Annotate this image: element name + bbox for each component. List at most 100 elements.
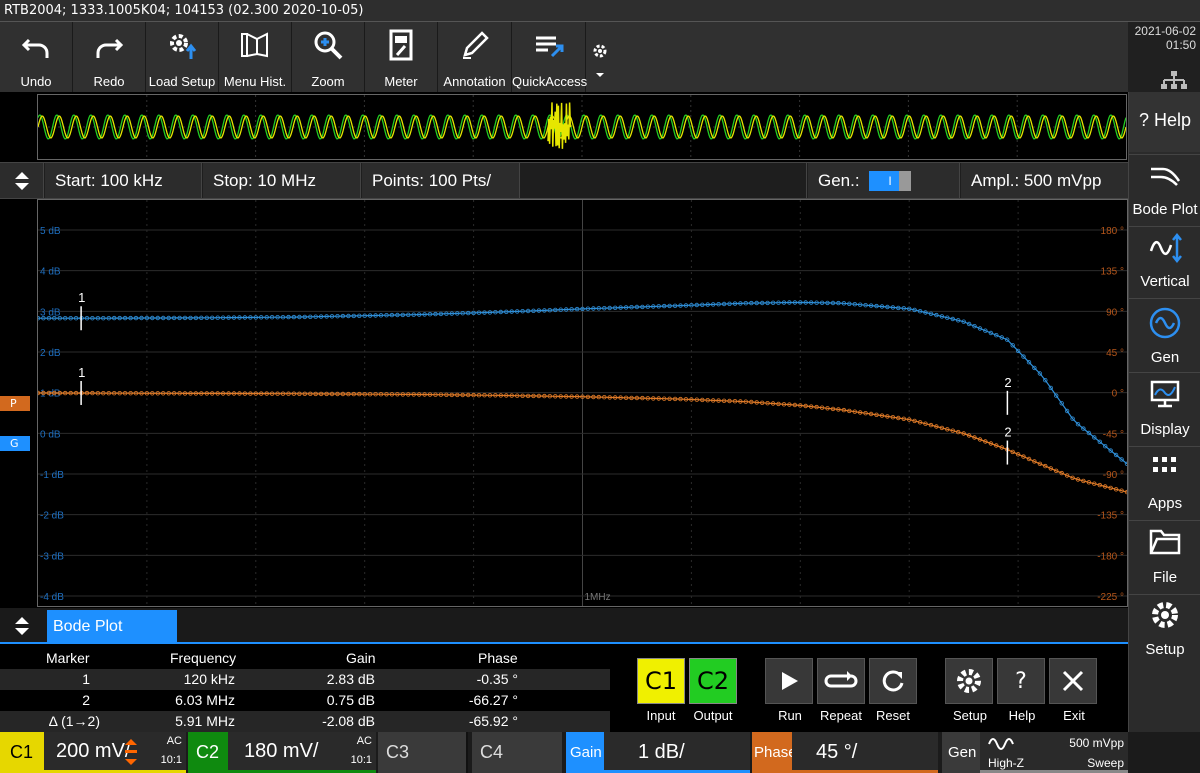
close-icon: [1061, 669, 1085, 693]
scale-adjust-icon: [124, 737, 138, 767]
marker-1-label: 1: [78, 365, 85, 380]
param-spacer: [521, 163, 807, 198]
sidebar-item-bode-plot[interactable]: Bode Plot: [1129, 154, 1200, 224]
c2-coupling: AC: [357, 735, 372, 747]
gain-tick-label: 0 dB: [40, 429, 61, 440]
channel-c4-tab[interactable]: C4: [472, 732, 562, 773]
generator-icon: [1149, 307, 1181, 339]
oscilloscope-screen: RTB2004; 1333.1005K04; 104153 (02.300 20…: [0, 0, 1200, 773]
sidebar-item-help[interactable]: ? Help: [1129, 92, 1200, 152]
help-button[interactable]: ?: [997, 658, 1045, 704]
phase-tick-label: 45 °: [1106, 348, 1124, 359]
channel-c1-tab[interactable]: C1: [0, 732, 44, 773]
gain-scale[interactable]: 1 dB/: [604, 732, 750, 773]
gain-tab[interactable]: Gain: [566, 732, 604, 773]
c2-probe: 10:1: [351, 754, 372, 766]
annotation-button[interactable]: Annotation: [438, 22, 512, 92]
gen-mode: Sweep: [1087, 756, 1124, 770]
menu-history-button[interactable]: Menu Hist.: [219, 22, 292, 92]
right-sidebar: ? Help Bode Plot Vertical Gen Display Ap…: [1128, 92, 1200, 773]
redo-button[interactable]: Redo: [73, 22, 146, 92]
table-row: Δ (1→2) 5.91 MHz -2.08 dB -65.92 °: [0, 711, 610, 732]
gain-reference-marker[interactable]: G: [0, 436, 30, 451]
load-setup-button[interactable]: Load Setup: [146, 22, 219, 92]
bode-plot-area[interactable]: 5 dB 180 ° 4 dB 135 ° 3 dB 90 ° 2 dB 45 ° 1 dB 0 …: [37, 199, 1128, 607]
menu-history-label: Menu Hist.: [219, 74, 291, 89]
repeat-label: Repeat: [811, 708, 871, 723]
run-button[interactable]: [765, 658, 813, 704]
gen-tab[interactable]: Gen: [942, 732, 980, 773]
gain-tick-label: 5 dB: [40, 226, 61, 237]
phase-scale[interactable]: 45 °/: [792, 732, 938, 773]
phase-tick-label: -135 °: [1097, 511, 1124, 522]
file-icon: [1149, 527, 1181, 555]
gain-tick-label: -2 dB: [40, 511, 64, 522]
bode-plot-tab[interactable]: Bode Plot: [47, 610, 177, 644]
phase-tick-label: -180 °: [1097, 551, 1124, 562]
sidebar-help-label: Help: [1154, 110, 1191, 130]
phase-reference-marker[interactable]: P: [0, 396, 30, 411]
exit-button[interactable]: [1049, 658, 1097, 704]
gear-icon: [591, 37, 609, 77]
sidebar-item-apps[interactable]: Apps: [1129, 446, 1200, 518]
redo-label: Redo: [73, 74, 145, 89]
gain-tick-label: 2 dB: [40, 348, 61, 359]
table-header: Marker Frequency Gain Phase: [0, 648, 610, 669]
sidebar-file-label: File: [1129, 569, 1200, 586]
phase-tick-label: -90 °: [1103, 470, 1124, 481]
stop-frequency[interactable]: Stop: 10 MHz: [203, 163, 361, 198]
channel-c2-settings[interactable]: 180 mV/ AC 10:1: [228, 732, 376, 773]
gen-settings[interactable]: High-Z 500 mVpp Sweep: [980, 732, 1128, 773]
zoom-label: Zoom: [292, 74, 364, 89]
up-down-arrow-icon: [13, 615, 31, 637]
datetime-panel: 2021-06-02 01:50: [1128, 22, 1200, 92]
sidebar-item-file[interactable]: File: [1129, 520, 1200, 592]
channel-c3-tab[interactable]: C3: [378, 732, 468, 773]
repeat-button[interactable]: [817, 658, 865, 704]
points[interactable]: Points: 100 Pts/: [362, 163, 520, 198]
help-icon: ?: [1015, 669, 1027, 694]
channel-c1-settings[interactable]: 200 mV/ AC 10:1: [44, 732, 186, 773]
gain-tick-label: -1 dB: [40, 470, 64, 481]
gain-tick-label: -3 dB: [40, 551, 64, 562]
meter-label: Meter: [365, 74, 437, 89]
sidebar-item-setup[interactable]: Setup: [1129, 594, 1200, 666]
phase-tick-label: -45 °: [1103, 429, 1124, 440]
exit-label: Exit: [1044, 708, 1104, 723]
display-icon: [1149, 379, 1181, 409]
gen-toggle-knob: [899, 171, 911, 191]
header-marker: Marker: [46, 650, 90, 666]
header-gain: Gain: [346, 650, 376, 666]
generator-toggle[interactable]: Gen.: I: [808, 163, 960, 198]
table-row: 1 120 kHz 2.83 dB -0.35 °: [0, 669, 610, 690]
zoom-button[interactable]: Zoom: [292, 22, 365, 92]
meter-button[interactable]: Meter: [365, 22, 438, 92]
c1-input-button[interactable]: C1: [637, 658, 685, 704]
collapse-button[interactable]: [0, 163, 44, 198]
setup-button[interactable]: [945, 658, 993, 704]
toolbar-settings-button[interactable]: [586, 22, 614, 92]
setup-icon: [1149, 599, 1181, 631]
panel-toggle-button[interactable]: [0, 608, 44, 644]
sidebar-setup-label: Setup: [1129, 641, 1200, 658]
sidebar-apps-label: Apps: [1129, 495, 1200, 512]
phase-tick-label: 90 °: [1106, 307, 1124, 318]
repeat-icon: [823, 668, 859, 694]
quick-access-button[interactable]: QuickAccess: [512, 22, 586, 92]
sidebar-item-display[interactable]: Display: [1129, 372, 1200, 444]
overview-frame[interactable]: [37, 94, 1127, 160]
c2-output-button[interactable]: C2: [689, 658, 737, 704]
undo-button[interactable]: Undo: [0, 22, 73, 92]
toolbar: Undo Redo Load Setup Menu Hist. Zoom Met…: [0, 22, 1128, 92]
start-frequency[interactable]: Start: 100 kHz: [45, 163, 202, 198]
phase-tab[interactable]: Phase: [752, 732, 792, 773]
reset-button[interactable]: [869, 658, 917, 704]
network-icon: [1160, 70, 1188, 90]
sidebar-item-gen[interactable]: Gen: [1129, 298, 1200, 370]
channel-c2-tab[interactable]: C2: [188, 732, 228, 773]
table-row: 2 6.03 MHz 0.75 dB -66.27 °: [0, 690, 610, 711]
sidebar-item-vertical[interactable]: Vertical: [1129, 226, 1200, 296]
reset-label: Reset: [863, 708, 923, 723]
amplitude[interactable]: Ampl.: 500 mVpp: [961, 163, 1128, 198]
time-text: 01:50: [1128, 38, 1196, 52]
